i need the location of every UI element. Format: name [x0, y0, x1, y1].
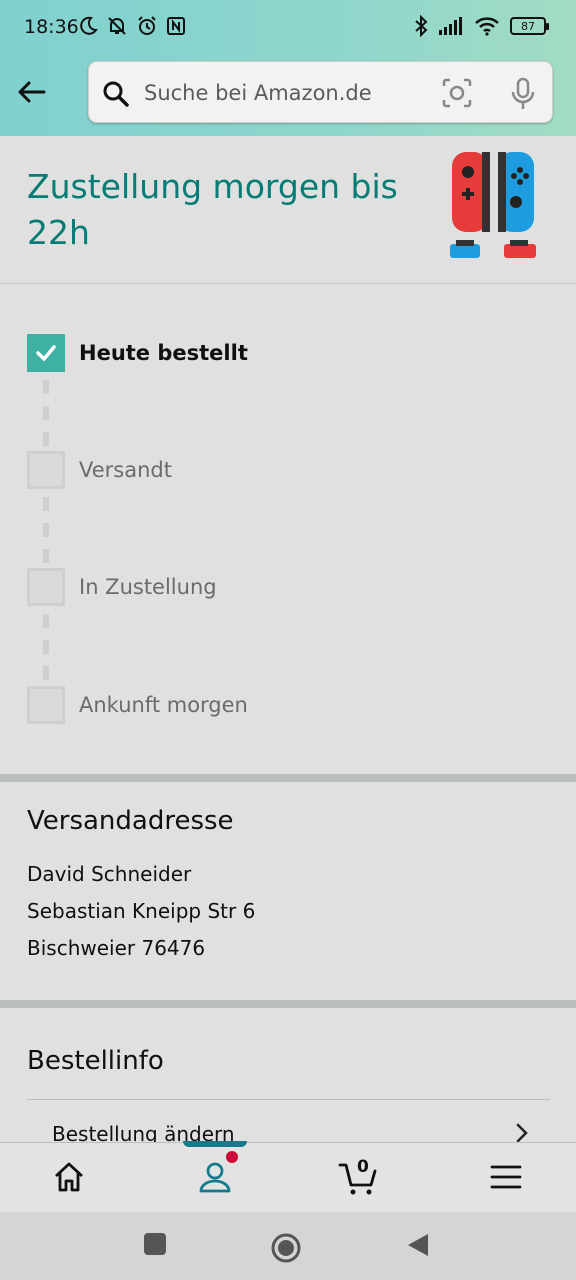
tracker-step-ordered: Heute bestellt — [27, 334, 248, 372]
microphone-icon[interactable] — [507, 77, 539, 111]
status-time: 18:36 — [24, 16, 79, 38]
system-navigation-bar — [0, 1212, 576, 1280]
checkbox-checked-icon — [27, 334, 65, 372]
battery-indicator: 87 — [510, 17, 549, 35]
shipment-tracker: Heute bestellt Versandt In Zustellung An… — [0, 284, 576, 774]
nfc-icon — [167, 17, 185, 35]
back-arrow-icon[interactable] — [14, 74, 50, 110]
change-order-link[interactable]: Bestellung ändern — [52, 1122, 235, 1142]
bluetooth-icon — [415, 15, 428, 37]
camera-lens-icon[interactable] — [441, 77, 473, 109]
home-button-icon[interactable] — [270, 1232, 302, 1264]
shipping-address-section: Versandadresse David Schneider Sebastian… — [0, 782, 576, 1000]
address-street: Sebastian Kneipp Str 6 — [27, 899, 256, 923]
tracker-step-out-for-delivery: In Zustellung — [27, 568, 217, 606]
cart-count-badge: 0 — [357, 1157, 369, 1177]
search-bar[interactable] — [88, 61, 553, 123]
back-button-icon[interactable] — [406, 1232, 430, 1258]
section-divider — [0, 1000, 576, 1008]
tracker-connector — [43, 549, 49, 563]
app-header: 18:36 87 — [0, 0, 576, 136]
product-image[interactable] — [446, 150, 542, 266]
checkbox-empty-icon — [27, 451, 65, 489]
recent-apps-icon[interactable] — [143, 1232, 167, 1256]
section-heading: Versandadresse — [27, 806, 234, 836]
tracker-connector — [43, 523, 49, 537]
tracker-connector — [43, 432, 49, 446]
tracker-connector — [43, 614, 49, 628]
chevron-right-icon[interactable] — [512, 1122, 532, 1142]
tracker-step-label: In Zustellung — [79, 575, 217, 599]
tracker-connector — [43, 666, 49, 680]
delivery-title: Zustellung morgen bis 22h — [27, 167, 398, 252]
wifi-icon — [475, 17, 499, 36]
tracker-step-label: Heute bestellt — [79, 341, 248, 365]
tracker-step-shipped: Versandt — [27, 451, 172, 489]
muted-bell-icon — [108, 17, 126, 35]
checkbox-empty-icon — [27, 686, 65, 724]
notification-dot — [226, 1151, 238, 1163]
tracker-step-label: Ankunft morgen — [79, 693, 248, 717]
checkbox-empty-icon — [27, 568, 65, 606]
home-icon[interactable] — [49, 1157, 89, 1197]
tracker-connector — [43, 640, 49, 654]
tracker-connector — [43, 380, 49, 394]
address-city: Bischweier 76476 — [27, 936, 206, 960]
divider — [27, 1099, 550, 1100]
menu-icon[interactable] — [486, 1157, 526, 1197]
delivery-summary: Zustellung morgen bis 22h — [0, 136, 576, 284]
tracker-connector — [43, 406, 49, 420]
tracker-step-label: Versandt — [79, 458, 172, 482]
section-heading: Bestellinfo — [27, 1046, 164, 1076]
address-name: David Schneider — [27, 862, 192, 886]
active-tab-indicator — [183, 1141, 247, 1147]
status-bar: 18:36 87 — [0, 0, 576, 56]
tracker-connector — [43, 497, 49, 511]
signal-icon — [439, 17, 462, 35]
alarm-icon — [138, 16, 156, 35]
search-icon[interactable] — [101, 79, 131, 109]
moon-icon — [80, 16, 98, 35]
account-icon[interactable] — [195, 1157, 235, 1197]
order-info-section: Bestellinfo Bestellung ändern — [0, 1008, 576, 1142]
search-input[interactable] — [144, 76, 424, 110]
section-divider — [0, 774, 576, 782]
bottom-navigation: 0 — [0, 1141, 576, 1212]
tracker-step-arrival: Ankunft morgen — [27, 686, 248, 724]
